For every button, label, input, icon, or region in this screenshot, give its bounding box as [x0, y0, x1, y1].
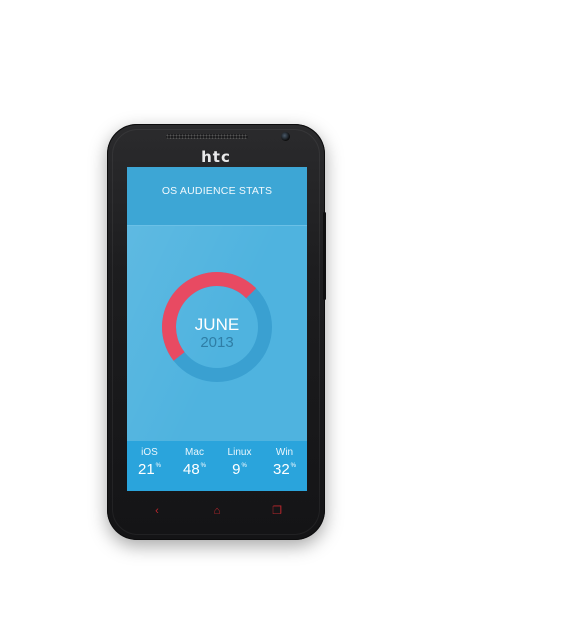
recent-apps-icon[interactable]: ❐ [267, 501, 287, 521]
back-icon[interactable]: ‹ [147, 501, 167, 521]
stats-bar: iOS 21% Mac 48% Linux 9% Win 32% [127, 441, 307, 491]
stat-mac[interactable]: Mac 48% [172, 441, 217, 491]
app-header: OS AUDIENCE STATS [127, 167, 307, 226]
stat-label: Win [275, 447, 294, 458]
speaker-grille [166, 134, 248, 139]
stat-label: iOS [141, 447, 158, 458]
stat-win[interactable]: Win 32% [262, 441, 307, 491]
app-screen: OS AUDIENCE STATS JUNE 2013 iOS 21% Mac … [127, 167, 307, 491]
nav-bar: ‹ ⌂ ❐ [127, 501, 307, 523]
stat-value: 48% [182, 461, 207, 478]
stat-label: Linux [227, 447, 252, 458]
period-month: JUNE [194, 315, 240, 334]
stat-linux[interactable]: Linux 9% [217, 441, 262, 491]
front-camera [281, 132, 290, 141]
stat-label: Mac [185, 447, 204, 458]
phone-device: htc OS AUDIENCE STATS JUNE 2013 iOS 21% … [107, 124, 326, 540]
stat-value: 32% [272, 461, 297, 478]
stat-value: 9% [232, 461, 247, 478]
brand-logo: htc [201, 148, 231, 166]
page-title: OS AUDIENCE STATS [161, 185, 273, 197]
period-year: 2013 [200, 334, 234, 351]
stat-value: 21% [137, 461, 162, 478]
stat-ios[interactable]: iOS 21% [127, 441, 172, 491]
side-button[interactable] [323, 212, 326, 300]
home-icon[interactable]: ⌂ [207, 501, 227, 521]
